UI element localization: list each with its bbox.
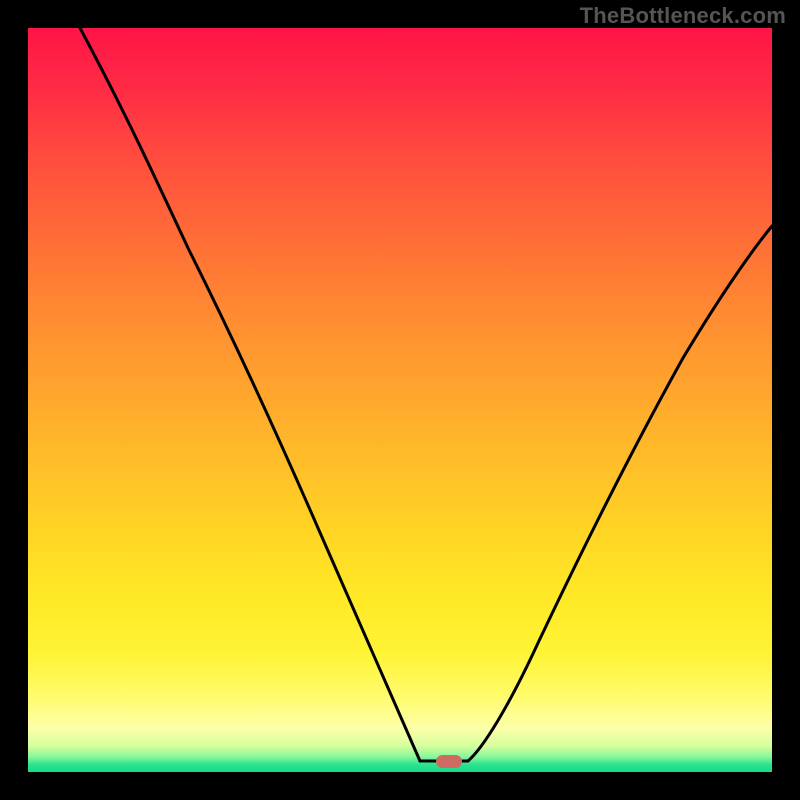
- chart-frame: TheBottleneck.com: [0, 0, 800, 800]
- curve-right: [468, 226, 772, 761]
- watermark-text: TheBottleneck.com: [580, 3, 786, 29]
- curve-left: [80, 28, 420, 761]
- plot-area: [28, 28, 772, 772]
- minimum-marker: [436, 755, 462, 768]
- curve-svg: [28, 28, 772, 772]
